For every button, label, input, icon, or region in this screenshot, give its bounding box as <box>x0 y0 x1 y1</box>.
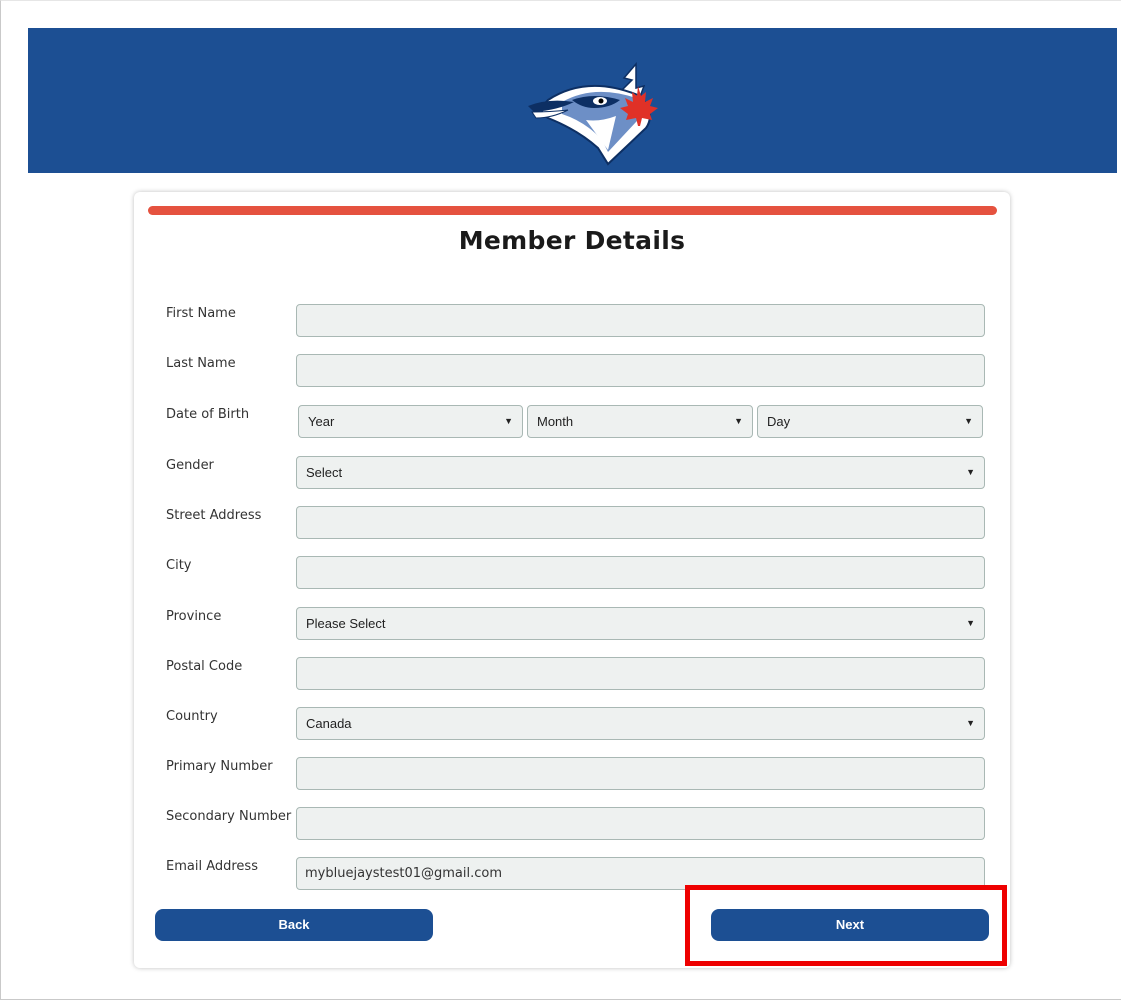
city-label: City <box>166 558 192 573</box>
primary-number-input[interactable] <box>296 757 985 790</box>
next-button-highlight-box <box>685 885 1007 966</box>
member-details-card: Member Details First Name Last Name Date… <box>134 192 1010 968</box>
last-name-label: Last Name <box>166 356 236 371</box>
street-address-row: Street Address <box>166 506 986 540</box>
country-select[interactable]: Canada ▼ <box>296 707 985 740</box>
birth-year-select[interactable]: Year ▼ <box>298 405 523 438</box>
secondary-number-row: Secondary Number <box>166 807 986 841</box>
birth-day-select[interactable]: Day ▼ <box>757 405 983 438</box>
chevron-down-icon: ▼ <box>966 718 975 728</box>
progress-bar <box>148 206 997 215</box>
postal-code-input[interactable] <box>296 657 985 690</box>
province-label: Province <box>166 609 222 624</box>
gender-label: Gender <box>166 458 214 473</box>
secondary-number-label: Secondary Number <box>166 809 292 824</box>
street-address-input[interactable] <box>296 506 985 539</box>
last-name-input[interactable] <box>296 354 985 387</box>
chevron-down-icon: ▼ <box>964 416 973 426</box>
birth-year-value: Year <box>308 414 335 429</box>
province-select[interactable]: Please Select ▼ <box>296 607 985 640</box>
date-of-birth-label: Date of Birth <box>166 407 250 422</box>
birth-day-value: Day <box>767 414 791 429</box>
first-name-row: First Name <box>166 304 986 338</box>
country-value: Canada <box>306 716 352 731</box>
last-name-row: Last Name <box>166 354 986 388</box>
blue-jay-logo-icon <box>528 61 658 166</box>
postal-code-label: Postal Code <box>166 659 243 674</box>
first-name-label: First Name <box>166 306 236 321</box>
province-value: Please Select <box>306 616 386 631</box>
date-of-birth-row: Date of Birth Year ▼ Month ▼ Day ▼ <box>166 405 986 439</box>
gender-row: Gender Select ▼ <box>166 456 986 490</box>
province-row: Province Please Select ▼ <box>166 607 986 641</box>
gender-select[interactable]: Select ▼ <box>296 456 985 489</box>
primary-number-label: Primary Number <box>166 759 273 774</box>
chevron-down-icon: ▼ <box>966 618 975 628</box>
email-address-label: Email Address <box>166 859 258 874</box>
chevron-down-icon: ▼ <box>734 416 743 426</box>
country-row: Country Canada ▼ <box>166 707 986 741</box>
first-name-input[interactable] <box>296 304 985 337</box>
chevron-down-icon: ▼ <box>504 416 513 426</box>
street-address-label: Street Address <box>166 508 262 523</box>
chevron-down-icon: ▼ <box>966 467 975 477</box>
back-button[interactable]: Back <box>155 909 433 941</box>
header-banner <box>28 28 1117 173</box>
page-title: Member Details <box>458 226 686 255</box>
postal-code-row: Postal Code <box>166 657 986 691</box>
city-input[interactable] <box>296 556 985 589</box>
secondary-number-input[interactable] <box>296 807 985 840</box>
email-address-value: mybluejaystest01@gmail.com <box>305 866 503 881</box>
birth-month-value: Month <box>537 414 574 429</box>
country-label: Country <box>166 709 218 724</box>
birth-month-select[interactable]: Month ▼ <box>527 405 753 438</box>
primary-number-row: Primary Number <box>166 757 986 791</box>
gender-value: Select <box>306 465 343 480</box>
city-row: City <box>166 556 986 590</box>
